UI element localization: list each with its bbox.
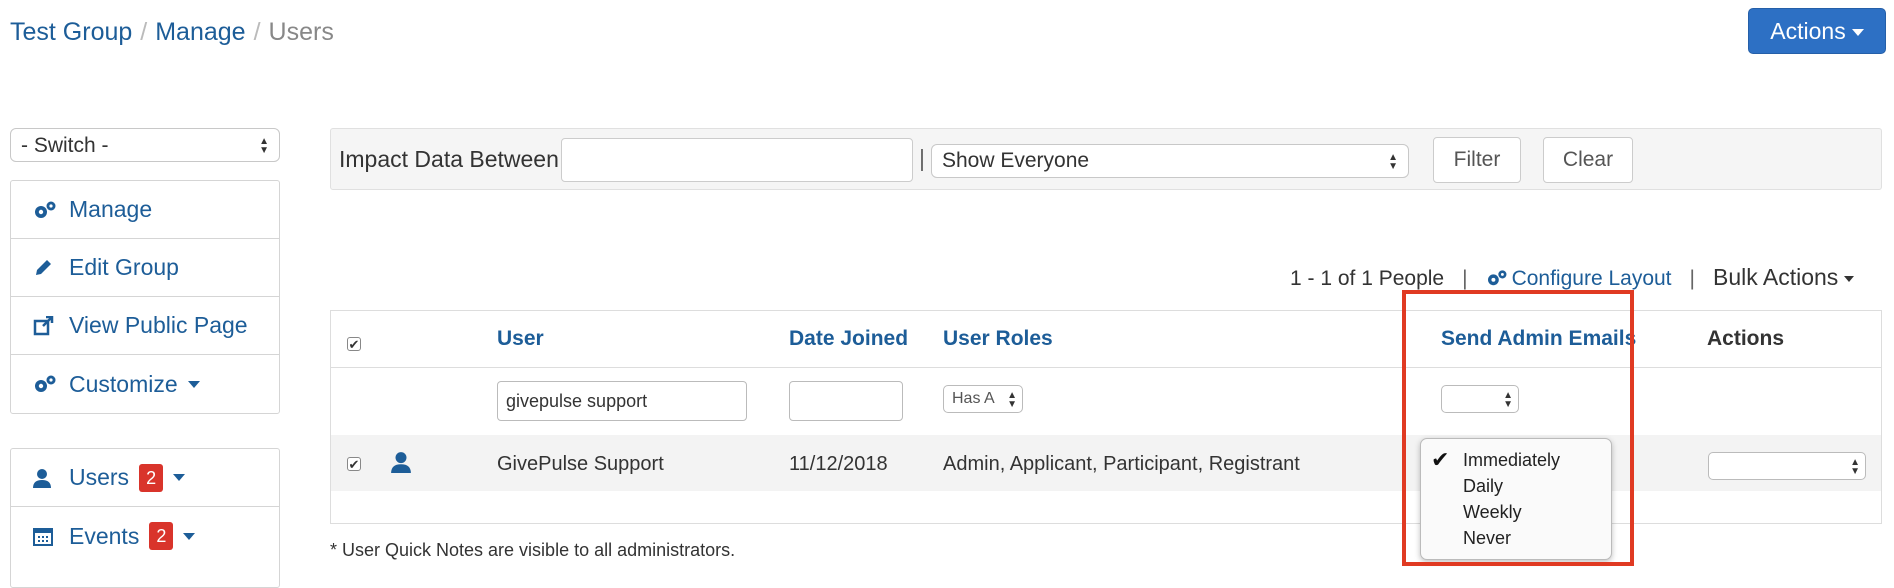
count-badge: 2 [139, 463, 164, 492]
column-header-date-joined[interactable]: Date Joined [789, 327, 908, 351]
date-joined-cell: 11/12/2018 [789, 453, 888, 475]
pencil-icon [33, 258, 61, 278]
user-filter-input[interactable]: givepulse support [497, 381, 747, 421]
configure-layout-label: Configure Layout [1511, 267, 1672, 290]
breadcrumb-separator: / [140, 18, 148, 46]
calendar-icon [33, 526, 61, 546]
select-arrows-icon: ▲ ▼ [1007, 390, 1017, 410]
sidebar-item-label: View Public Page [69, 312, 248, 338]
breadcrumb: Test Group / Manage / Users [10, 18, 334, 47]
select-all-checkbox[interactable]: ✔ [347, 337, 361, 352]
sidebar-item-view-public-page[interactable]: View Public Page [11, 297, 279, 355]
select-arrows-icon: ▲ ▼ [1388, 152, 1398, 172]
impact-filter-bar: Impact Data Between | Show Everyone ▲ ▼ F… [330, 128, 1882, 190]
external-link-icon [33, 315, 61, 336]
sidebar-manage-group: Manage Edit Group View Public Page Custo… [10, 180, 280, 414]
column-header-user[interactable]: User [497, 327, 544, 351]
people-count: 1 - 1 of 1 People [1290, 267, 1445, 290]
sidebar-item-edit-group[interactable]: Edit Group [11, 239, 279, 297]
table-row: ✔ GivePulse Support 11/12/2018 Admin, Ap… [331, 435, 1881, 491]
filter-button[interactable]: Filter [1433, 137, 1521, 183]
count-badge: 2 [149, 522, 174, 550]
separator: | [919, 145, 925, 171]
caret-down-icon [187, 380, 200, 388]
gears-icon [33, 374, 61, 394]
sidebar-item-label: Users [69, 464, 130, 490]
bulk-actions-dropdown[interactable]: Bulk Actions [1713, 264, 1855, 290]
sidebar-item-label: Customize [69, 370, 178, 397]
paging-toolbar: 1 - 1 of 1 People | Configure Layout | Bulk … [1290, 264, 1855, 291]
switch-select-value: - Switch - [21, 134, 109, 157]
sidebar-item-manage[interactable]: Manage [11, 181, 279, 239]
sidebar-item-users[interactable]: Users 2 [11, 449, 279, 507]
clear-button[interactable]: Clear [1543, 137, 1633, 183]
breadcrumb-manage[interactable]: Manage [155, 18, 245, 46]
sidebar-item-label: Manage [69, 196, 153, 222]
user-roles-cell: Admin, Applicant, Participant, Registran… [943, 453, 1300, 475]
actions-button-label: Actions [1770, 18, 1846, 44]
caret-down-icon [1851, 29, 1864, 37]
quick-notes-footnote: * User Quick Notes are visible to all ad… [330, 540, 736, 560]
show-select-value: Show Everyone [942, 149, 1090, 172]
configure-layout-link[interactable]: Configure Layout [1486, 267, 1672, 290]
sidebar-item-customize[interactable]: Customize [11, 355, 279, 413]
select-arrows-icon: ▲ ▼ [1850, 457, 1860, 477]
caret-down-icon [1844, 275, 1855, 282]
user-name-link[interactable]: GivePulse Support [497, 453, 664, 476]
breadcrumb-test-group[interactable]: Test Group [10, 18, 132, 46]
column-header-actions: Actions [1707, 327, 1785, 350]
bulk-actions-label: Bulk Actions [1713, 264, 1839, 290]
actions-button[interactable]: Actions [1748, 8, 1886, 54]
show-everyone-select[interactable]: Show Everyone ▲ ▼ [931, 144, 1409, 178]
date-joined-filter-input[interactable] [789, 381, 903, 421]
column-header-user-roles[interactable]: User Roles [943, 327, 1053, 351]
gears-icon [33, 200, 61, 220]
sidebar-item-label: Events [69, 522, 140, 549]
breadcrumb-separator: / [253, 18, 261, 46]
gears-icon [1487, 270, 1507, 286]
user-roles-filter-select[interactable]: Has A ▲ ▼ [943, 385, 1023, 413]
sidebar-item-events[interactable]: Events 2 [11, 507, 279, 565]
sidebar-item-label: Edit Group [69, 254, 179, 280]
users-table: ✔ User Date Joined User Roles Send Admin… [330, 310, 1882, 524]
sidebar-people-group: Users 2 Events 2 [10, 448, 280, 588]
row-checkbox[interactable]: ✔ [347, 457, 361, 472]
breadcrumb-current: Users [268, 18, 334, 46]
impact-data-label: Impact Data Between [339, 146, 559, 172]
select-arrows-icon: ▲ ▼ [259, 136, 269, 156]
roles-filter-value: Has A [952, 390, 995, 407]
impact-date-input[interactable] [561, 138, 913, 182]
user-icon [33, 468, 61, 488]
row-actions-select[interactable]: ▲ ▼ [1708, 452, 1866, 480]
user-avatar-icon [391, 451, 411, 478]
divider [331, 367, 1881, 368]
switch-select[interactable]: - Switch - ▲ ▼ [10, 128, 280, 162]
caret-down-icon[interactable] [183, 532, 196, 540]
highlight-box [1402, 290, 1634, 566]
caret-down-icon[interactable] [173, 474, 186, 481]
